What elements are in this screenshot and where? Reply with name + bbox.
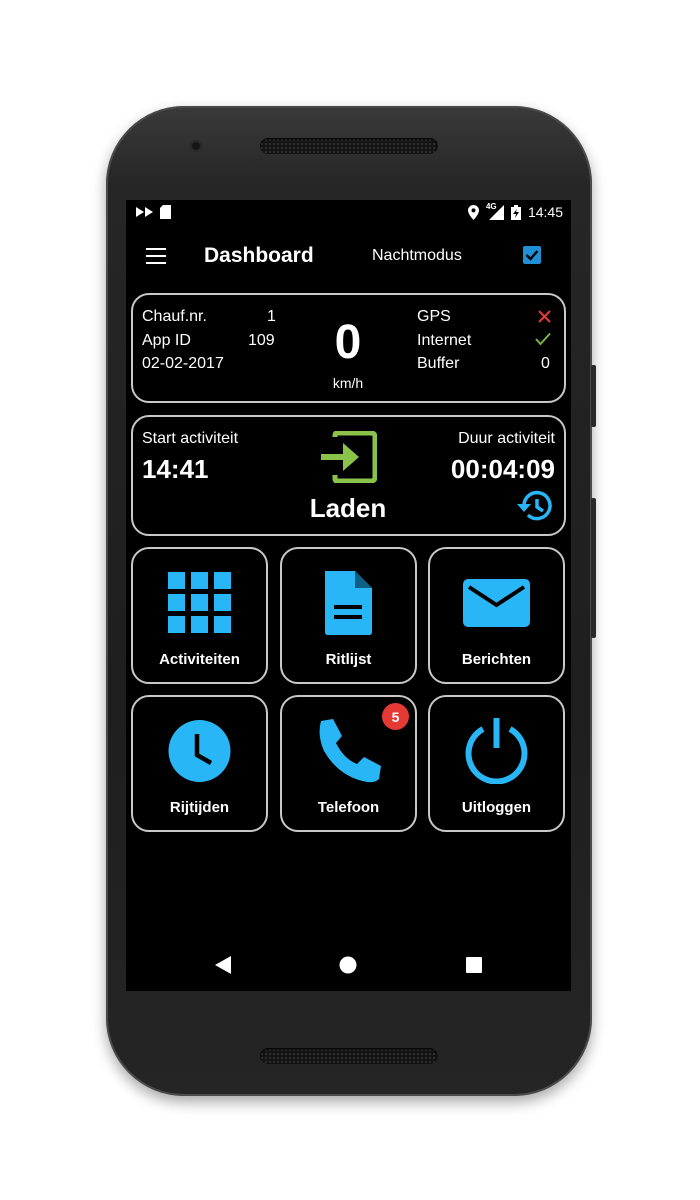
tile-label: Rijtijden bbox=[169, 799, 230, 816]
power-icon bbox=[465, 718, 528, 784]
status-time: 14:45 bbox=[527, 204, 563, 220]
app-id-label: App ID bbox=[142, 332, 191, 349]
bottom-speaker bbox=[260, 1048, 438, 1064]
tile-uitloggen[interactable]: Uitloggen bbox=[428, 695, 565, 832]
battery-icon bbox=[510, 204, 521, 220]
tile-telefoon[interactable]: 5 Telefoon bbox=[280, 695, 417, 832]
power-side-button bbox=[591, 365, 596, 427]
night-mode-label: Nachtmodus bbox=[372, 247, 462, 264]
gps-label: GPS bbox=[417, 308, 451, 325]
phone-screen: 4G 14:45 Dashboard Nachtmodus Chauf.nr. … bbox=[126, 200, 571, 991]
volume-side-button bbox=[591, 498, 596, 638]
top-speaker bbox=[260, 138, 438, 154]
tile-label: Uitloggen bbox=[461, 799, 532, 816]
history-icon[interactable] bbox=[517, 490, 553, 522]
driver-value: 1 bbox=[267, 308, 276, 325]
current-activity: Laden bbox=[309, 493, 387, 523]
status-bar: 4G 14:45 bbox=[126, 200, 571, 226]
menu-icon[interactable] bbox=[146, 248, 166, 264]
internet-label: Internet bbox=[417, 332, 472, 349]
tile-label: Berichten bbox=[461, 651, 532, 668]
date-value: 02-02-2017 bbox=[142, 355, 224, 372]
speed-value: 0 bbox=[334, 316, 362, 369]
tile-label: Activiteiten bbox=[159, 651, 240, 668]
speed-unit: km/h bbox=[332, 375, 364, 391]
close-icon bbox=[538, 310, 551, 323]
tile-activiteiten[interactable]: Activiteiten bbox=[131, 547, 268, 684]
signal-icon: 4G bbox=[486, 202, 504, 220]
login-arrow-icon bbox=[321, 431, 377, 483]
recents-icon[interactable] bbox=[466, 957, 482, 973]
checkmark-icon bbox=[525, 250, 539, 261]
duration-label: Duur activiteit bbox=[458, 430, 555, 447]
mail-icon bbox=[463, 579, 530, 627]
tile-label: Ritlijst bbox=[325, 651, 372, 668]
buffer-value: 0 bbox=[541, 355, 550, 372]
tile-rijtijden[interactable]: Rijtijden bbox=[131, 695, 268, 832]
vehicle-info-card: Chauf.nr. 1 App ID 109 02-02-2017 0 km/h… bbox=[131, 293, 566, 403]
buffer-label: Buffer bbox=[417, 355, 460, 372]
tile-berichten[interactable]: Berichten bbox=[428, 547, 565, 684]
start-activity-time: 14:41 bbox=[142, 454, 209, 484]
start-activity-label: Start activiteit bbox=[142, 430, 239, 447]
activity-card[interactable]: Start activiteit 14:41 Laden Duur activi… bbox=[131, 415, 566, 536]
navigation-bar bbox=[126, 944, 571, 991]
front-camera bbox=[190, 140, 202, 152]
home-icon[interactable] bbox=[339, 956, 357, 974]
sd-card-icon bbox=[160, 205, 171, 219]
duration-value: 00:04:09 bbox=[450, 454, 555, 484]
grid-icon bbox=[168, 572, 231, 633]
check-icon bbox=[535, 332, 551, 346]
night-mode-checkbox[interactable] bbox=[523, 246, 541, 264]
driver-label: Chauf.nr. bbox=[142, 308, 207, 325]
phone-icon bbox=[319, 719, 381, 783]
app-bar: Dashboard Nachtmodus bbox=[126, 226, 571, 286]
media-forward-icon bbox=[136, 207, 153, 217]
tile-label: Telefoon bbox=[317, 799, 380, 816]
tile-ritlijst[interactable]: Ritlijst bbox=[280, 547, 417, 684]
location-icon bbox=[467, 204, 479, 220]
clock-icon bbox=[168, 720, 231, 782]
document-icon bbox=[325, 571, 372, 635]
back-icon[interactable] bbox=[215, 956, 231, 974]
page-title: Dashboard bbox=[204, 244, 314, 267]
unread-badge: 5 bbox=[382, 703, 409, 730]
app-id-value: 109 bbox=[248, 332, 275, 349]
